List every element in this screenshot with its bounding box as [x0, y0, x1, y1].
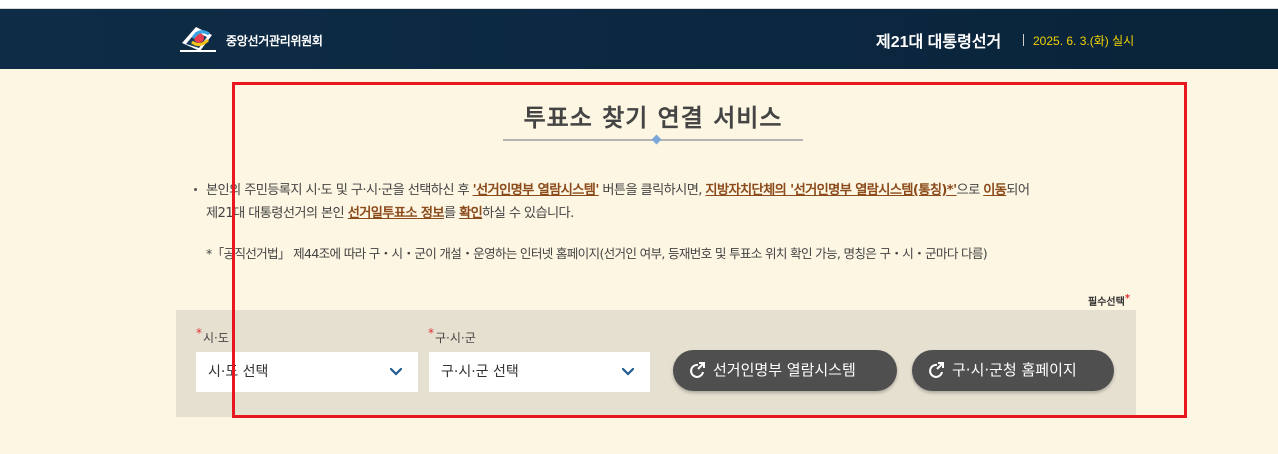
highlight-box — [232, 82, 1187, 418]
election-title: 제21대 대통령선거 — [876, 34, 1002, 51]
election-date: 2025. 6. 3.(화) 실시 — [1033, 34, 1135, 48]
org-name[interactable]: 중앙선거관리위원회 — [226, 32, 323, 49]
sido-label-text: 시·도 — [203, 331, 229, 345]
bullet-icon — [194, 188, 197, 191]
required-star: * — [196, 326, 202, 340]
logo-icon[interactable] — [178, 23, 218, 55]
sido-label: *시·도 — [196, 326, 229, 346]
top-strip — [0, 0, 1278, 9]
site-header: 중앙선거관리위원회 제21대 대통령선거 2025. 6. 3.(화) 실시 — [0, 9, 1278, 69]
header-divider — [1023, 34, 1024, 46]
